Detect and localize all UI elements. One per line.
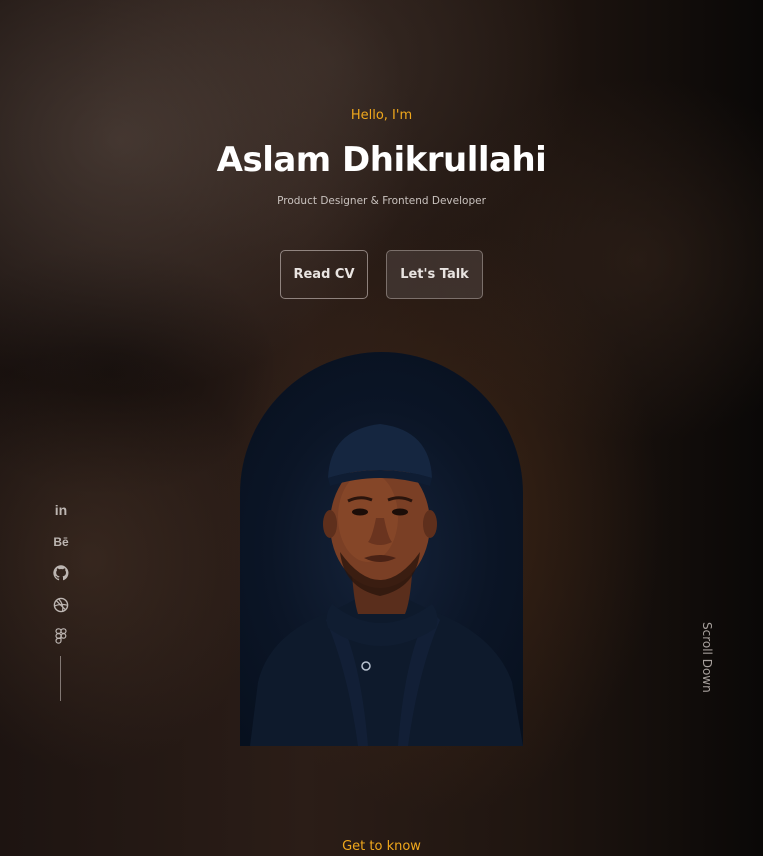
read-cv-button[interactable]: Read CV <box>280 250 368 299</box>
dribbble-link[interactable] <box>50 596 72 614</box>
github-icon <box>53 565 69 581</box>
lets-talk-button[interactable]: Let's Talk <box>386 250 483 299</box>
figma-icon <box>55 628 67 644</box>
get-to-know-link[interactable]: Get to know <box>0 839 763 854</box>
github-link[interactable] <box>50 564 72 582</box>
hero-role: Product Designer & Frontend Developer <box>277 195 486 207</box>
figma-link[interactable] <box>50 627 72 645</box>
social-divider-line <box>60 656 61 701</box>
scroll-down-label: Scroll Down <box>700 622 714 693</box>
greeting: Hello, I'm <box>350 108 413 123</box>
hero-name: Aslam Dhikrullahi <box>216 140 547 180</box>
linkedin-link[interactable]: in <box>50 501 72 519</box>
behance-link[interactable]: Bē <box>50 533 72 551</box>
scroll-down-link[interactable]: Scroll Down <box>695 622 719 694</box>
profile-portrait <box>240 352 523 746</box>
behance-icon: Bē <box>53 535 69 549</box>
dribbble-icon <box>53 597 69 613</box>
linkedin-icon: in <box>54 502 68 518</box>
